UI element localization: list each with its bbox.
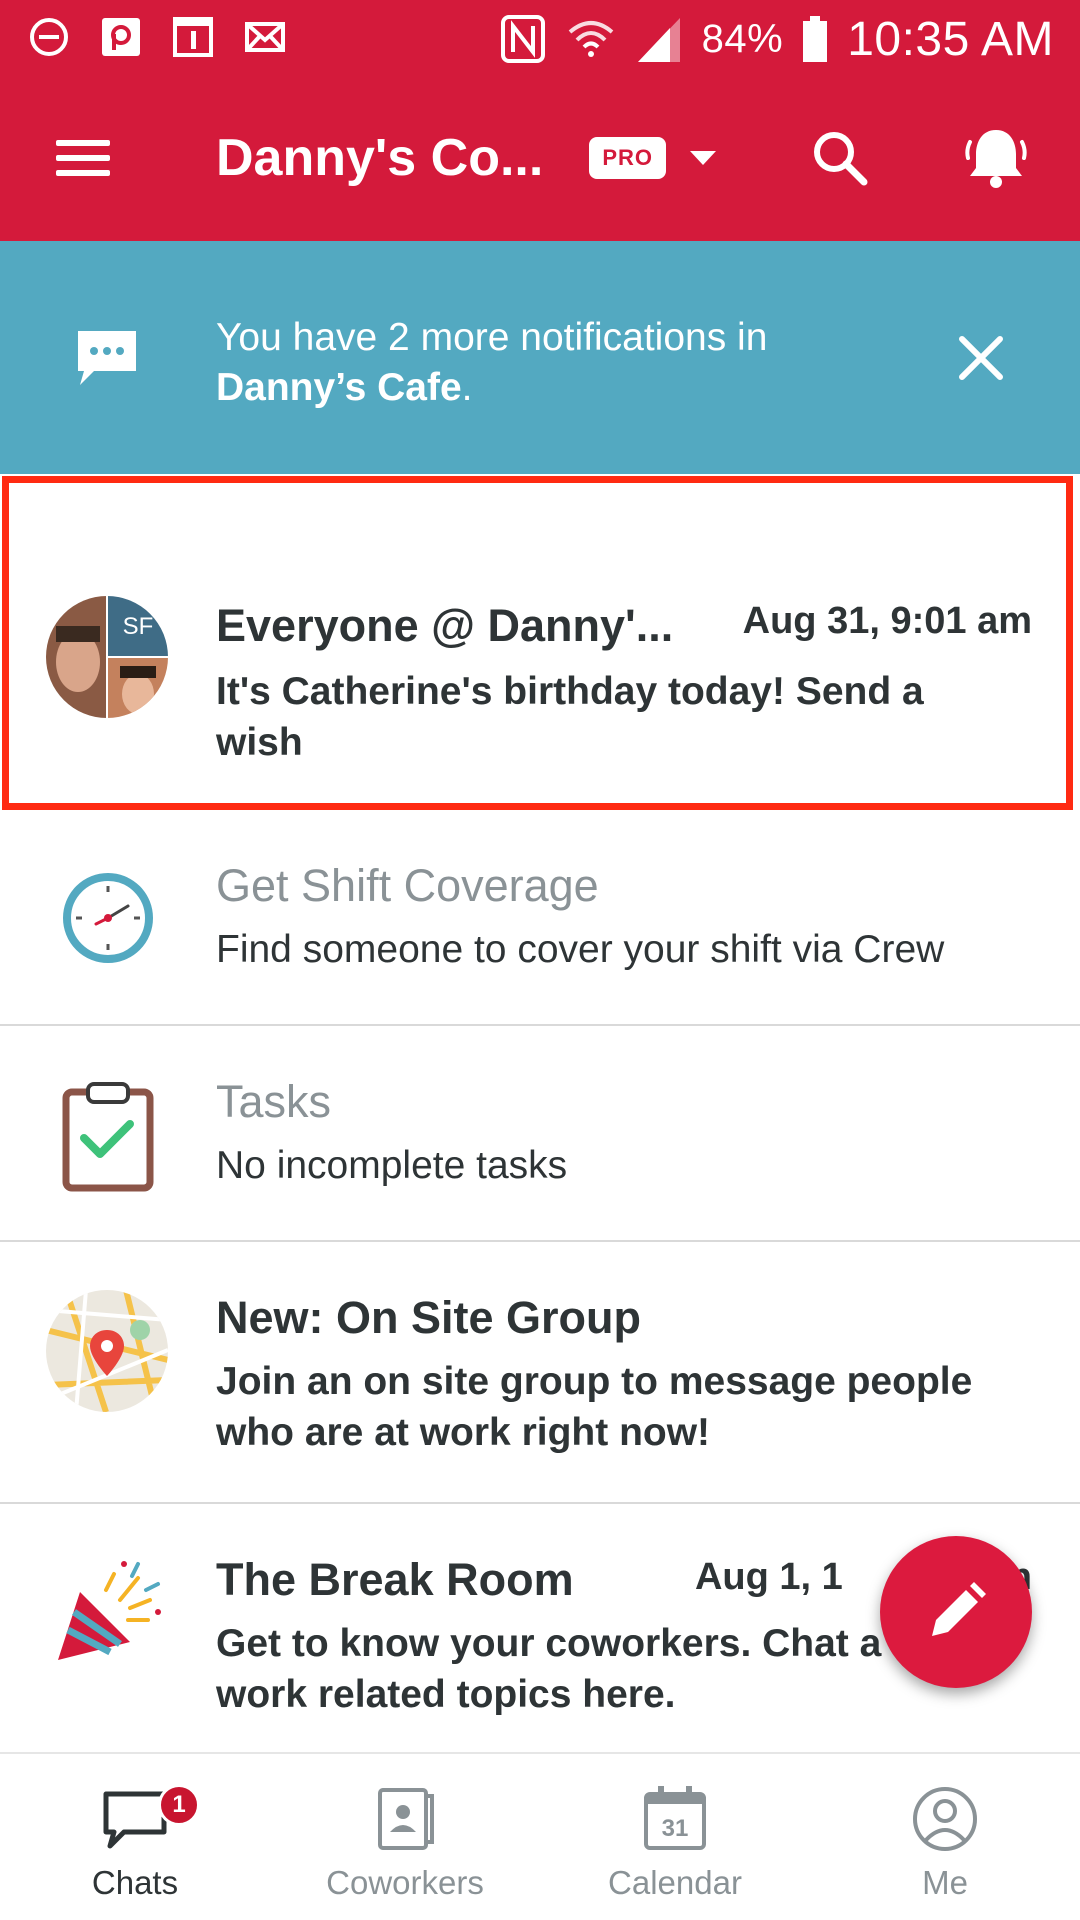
screen: 84% 10:35 AM Danny's Co... PRO You have …: [0, 0, 1080, 1920]
bottom-navigation: 1 Chats Coworkers 31 Calendar Me: [0, 1752, 1080, 1920]
pro-badge: PRO: [589, 137, 666, 179]
chat-preview: It's Catherine's birthday today! Send a …: [216, 670, 924, 764]
tab-me[interactable]: Me: [810, 1754, 1080, 1920]
calendar-icon: 31: [644, 1786, 706, 1850]
caret-down-icon: [690, 151, 716, 165]
status-bar: 84% 10:35 AM: [0, 0, 1080, 78]
status-notification-icons: [28, 16, 286, 58]
clock-icon: [63, 873, 153, 963]
close-icon[interactable]: [956, 333, 1006, 383]
tab-label: Me: [922, 1864, 968, 1901]
hamburger-icon: [56, 140, 110, 146]
battery-percent: 84%: [701, 16, 784, 61]
group-avatar: SF: [46, 596, 168, 718]
tab-label: Chats: [91, 1864, 179, 1901]
chat-bubble-icon: [78, 331, 136, 385]
chat-time: Aug 31, 9:01 am: [742, 600, 1032, 642]
compose-button[interactable]: [880, 1536, 1032, 1688]
tab-label: Calendar: [608, 1864, 742, 1901]
banner-text: You have 2 more notifications in: [216, 316, 768, 359]
calendar-day-number: 31: [662, 1815, 689, 1842]
calendar-icon: [173, 17, 213, 57]
chat-title: New: On Site Group: [216, 1292, 642, 1343]
chat-row-shift-coverage[interactable]: Get Shift Coverage Find someone to cover…: [0, 810, 1080, 1026]
tab-coworkers[interactable]: Coworkers: [270, 1754, 540, 1920]
workspace-title: Danny's Co...: [216, 129, 544, 187]
tab-calendar[interactable]: 31 Calendar: [540, 1754, 810, 1920]
chat-row-everyone[interactable]: SF Everyone @ Danny'... Aug 31, 9:01 am …: [0, 476, 1080, 812]
workspace-switcher[interactable]: Danny's Co... PRO: [216, 122, 718, 194]
chat-preview: Get to know your coworkers. Chat a non-w…: [216, 1622, 977, 1716]
tab-chats[interactable]: 1 Chats: [0, 1754, 270, 1920]
notification-bell-icon[interactable]: [960, 122, 1032, 194]
chat-title: Tasks: [216, 1076, 332, 1127]
pencil-icon: [932, 1582, 986, 1636]
status-system-icons: 84% 10:35 AM: [500, 8, 1054, 70]
chat-preview: Join an on site group to message people …: [216, 1360, 973, 1454]
notification-banner: You have 2 more notifications in Danny’s…: [0, 241, 1080, 474]
chat-preview: Find someone to cover your shift via Cre…: [216, 928, 945, 971]
battery-icon: [803, 16, 828, 62]
app-bar: Danny's Co... PRO: [0, 78, 1080, 241]
avatar-initials: SF: [123, 613, 154, 640]
app-icon: [102, 18, 140, 56]
hamburger-line: [56, 170, 110, 176]
chats-unread-badge: 1: [158, 1784, 200, 1826]
chat-time-visible: Aug 1, 1: [694, 1556, 843, 1598]
banner-message: You have 2 more notifications in Danny’s…: [216, 313, 936, 413]
chat-title: Everyone @ Danny'...: [216, 600, 674, 651]
map-pin-icon: [46, 1290, 168, 1412]
tab-label: Coworkers: [326, 1864, 484, 1901]
do-not-disturb-icon: [30, 18, 68, 56]
search-icon[interactable]: [808, 126, 872, 190]
chat-title: The Break Room: [216, 1554, 574, 1605]
nfc-icon: [500, 15, 545, 63]
chat-row-tasks[interactable]: Tasks No incomplete tasks: [0, 1026, 1080, 1242]
banner-suffix: .: [461, 366, 473, 409]
contacts-book-icon: [378, 1788, 434, 1850]
wifi-icon: [568, 21, 613, 57]
clock: 10:35 AM: [847, 12, 1054, 66]
hamburger-line: [56, 155, 110, 161]
chat-row-on-site-group[interactable]: New: On Site Group Join an on site group…: [0, 1242, 1080, 1504]
clipboard-check-icon: [62, 1082, 154, 1192]
mail-icon: [245, 22, 285, 52]
chat-title: Get Shift Coverage: [216, 860, 599, 911]
menu-button[interactable]: [46, 128, 112, 188]
profile-icon: [913, 1787, 977, 1851]
party-popper-icon: [58, 1561, 161, 1660]
signal-icon: [637, 18, 680, 62]
banner-workspace-name: Danny’s Cafe: [216, 366, 462, 409]
chat-preview: No incomplete tasks: [216, 1144, 568, 1187]
